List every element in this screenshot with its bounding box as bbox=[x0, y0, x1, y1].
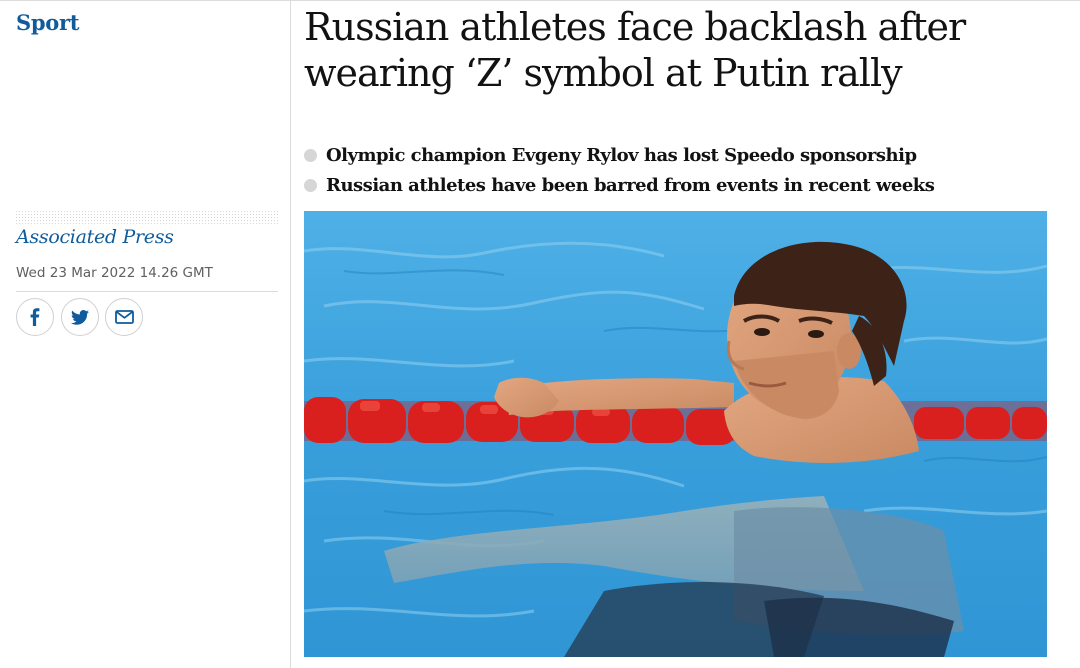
main-media-image bbox=[304, 211, 1047, 657]
swimmer-in-pool-photo bbox=[304, 211, 1047, 657]
standfirst-text: Russian athletes have been barred from e… bbox=[326, 175, 935, 196]
standfirst-item: Russian athletes have been barred from e… bbox=[304, 171, 935, 201]
share-twitter-button[interactable] bbox=[61, 298, 99, 336]
dotted-rule bbox=[16, 211, 278, 225]
standfirst-item: Olympic champion Evgeny Rylov has lost S… bbox=[304, 141, 934, 171]
column-divider bbox=[290, 0, 291, 668]
standfirst-list: Olympic champion Evgeny Rylov has lost S… bbox=[304, 141, 935, 201]
twitter-icon bbox=[71, 309, 89, 325]
bullet-icon bbox=[304, 149, 317, 162]
bullet-icon bbox=[304, 179, 317, 192]
standfirst-text: Olympic champion Evgeny Rylov has lost S… bbox=[326, 145, 917, 166]
top-rule bbox=[0, 0, 1080, 1]
facebook-icon bbox=[28, 308, 42, 326]
share-facebook-button[interactable] bbox=[16, 298, 54, 336]
email-icon bbox=[114, 310, 134, 324]
meta-rule bbox=[16, 291, 278, 292]
byline-link[interactable]: Associated Press bbox=[16, 226, 174, 248]
section-link-sport[interactable]: Sport bbox=[16, 10, 79, 35]
share-email-button[interactable] bbox=[105, 298, 143, 336]
dateline: Wed 23 Mar 2022 14.26 GMT bbox=[16, 265, 213, 281]
article-headline: Russian athletes face backlash after wea… bbox=[304, 5, 966, 95]
